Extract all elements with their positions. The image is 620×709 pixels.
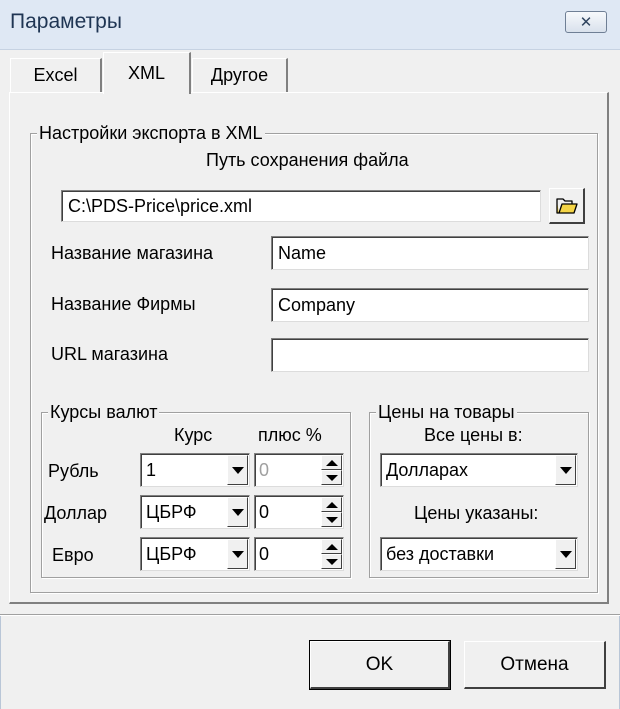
path-label: Путь сохранения файла xyxy=(206,150,409,170)
cancel-button[interactable]: Отмена xyxy=(464,641,606,689)
company-input[interactable]: Company xyxy=(271,288,589,322)
tab-other-label: Другое xyxy=(210,65,269,85)
currency-group: Курсы валют Курс плюс % Рубль 1 0 Доллар xyxy=(41,401,351,578)
spin-up-icon[interactable] xyxy=(321,539,342,554)
prices-shown-value: без доставки xyxy=(380,537,578,571)
prices-shown-label: Цены указаны: xyxy=(414,503,539,523)
close-button[interactable]: ✕ xyxy=(565,11,607,33)
chevron-down-icon[interactable] xyxy=(227,455,248,485)
prices-shown-select[interactable]: без доставки xyxy=(380,537,578,571)
chevron-down-icon[interactable] xyxy=(555,539,576,569)
tab-excel[interactable]: Excel xyxy=(10,58,102,92)
euro-rate-select[interactable]: ЦБРФ xyxy=(140,537,250,571)
chevron-down-icon[interactable] xyxy=(227,539,248,569)
close-icon: ✕ xyxy=(579,14,593,31)
xml-export-group-title: Настройки экспорта в XML xyxy=(37,122,265,144)
spin-up-icon[interactable] xyxy=(321,497,342,512)
spin-down-icon[interactable] xyxy=(321,554,342,569)
tab-excel-label: Excel xyxy=(33,65,78,85)
rate-column-header: Курс xyxy=(174,425,213,445)
url-label: URL магазина xyxy=(51,344,168,364)
currency-ruble-label: Рубль xyxy=(48,461,99,481)
folder-open-icon xyxy=(555,197,578,214)
company-label: Название Фирмы xyxy=(51,294,196,314)
shop-name-label: Название магазина xyxy=(51,243,214,263)
spin-up-icon[interactable] xyxy=(321,455,342,470)
url-input[interactable] xyxy=(271,338,589,372)
ruble-rate-select[interactable]: 1 xyxy=(140,453,250,487)
euro-plus-spinner[interactable]: 0 xyxy=(254,537,344,571)
tab-other[interactable]: Другое xyxy=(192,58,288,92)
options-dialog: Параметры ✕ Excel XML Другое Настройки э… xyxy=(0,0,620,709)
prices-group-title: Цены на товары xyxy=(376,401,517,423)
spin-down-icon[interactable] xyxy=(321,512,342,527)
xml-export-group: Настройки экспорта в XML Путь сохранения… xyxy=(30,122,598,593)
prices-group: Цены на товары Все цены в: Долларах Цены… xyxy=(369,401,589,578)
ruble-plus-spinner[interactable]: 0 xyxy=(254,453,344,487)
currency-dollar-label: Доллар xyxy=(44,503,108,523)
chevron-down-icon[interactable] xyxy=(555,455,576,485)
browse-folder-button[interactable] xyxy=(549,188,585,224)
tab-page-xml: Настройки экспорта в XML Путь сохранения… xyxy=(9,92,609,604)
plus-column-header: плюс % xyxy=(258,425,322,445)
spin-down-icon[interactable] xyxy=(321,470,342,485)
all-prices-label: Все цены в: xyxy=(424,425,523,445)
tab-xml[interactable]: XML xyxy=(103,52,191,94)
title-bar: Параметры ✕ xyxy=(0,0,620,50)
all-prices-value: Долларах xyxy=(380,453,578,487)
dollar-plus-spinner[interactable]: 0 xyxy=(254,495,344,529)
tab-xml-label: XML xyxy=(127,63,165,83)
currency-euro-label: Евро xyxy=(52,545,94,565)
all-prices-select[interactable]: Долларах xyxy=(380,453,578,487)
chevron-down-icon[interactable] xyxy=(227,497,248,527)
window-title: Параметры xyxy=(10,10,122,33)
currency-group-title: Курсы валют xyxy=(48,401,160,423)
path-input[interactable]: C:\PDS-Price\price.xml xyxy=(61,190,541,222)
ok-button[interactable]: OK xyxy=(309,640,451,690)
dollar-rate-select[interactable]: ЦБРФ xyxy=(140,495,250,529)
shop-name-input[interactable]: Name xyxy=(271,236,589,270)
